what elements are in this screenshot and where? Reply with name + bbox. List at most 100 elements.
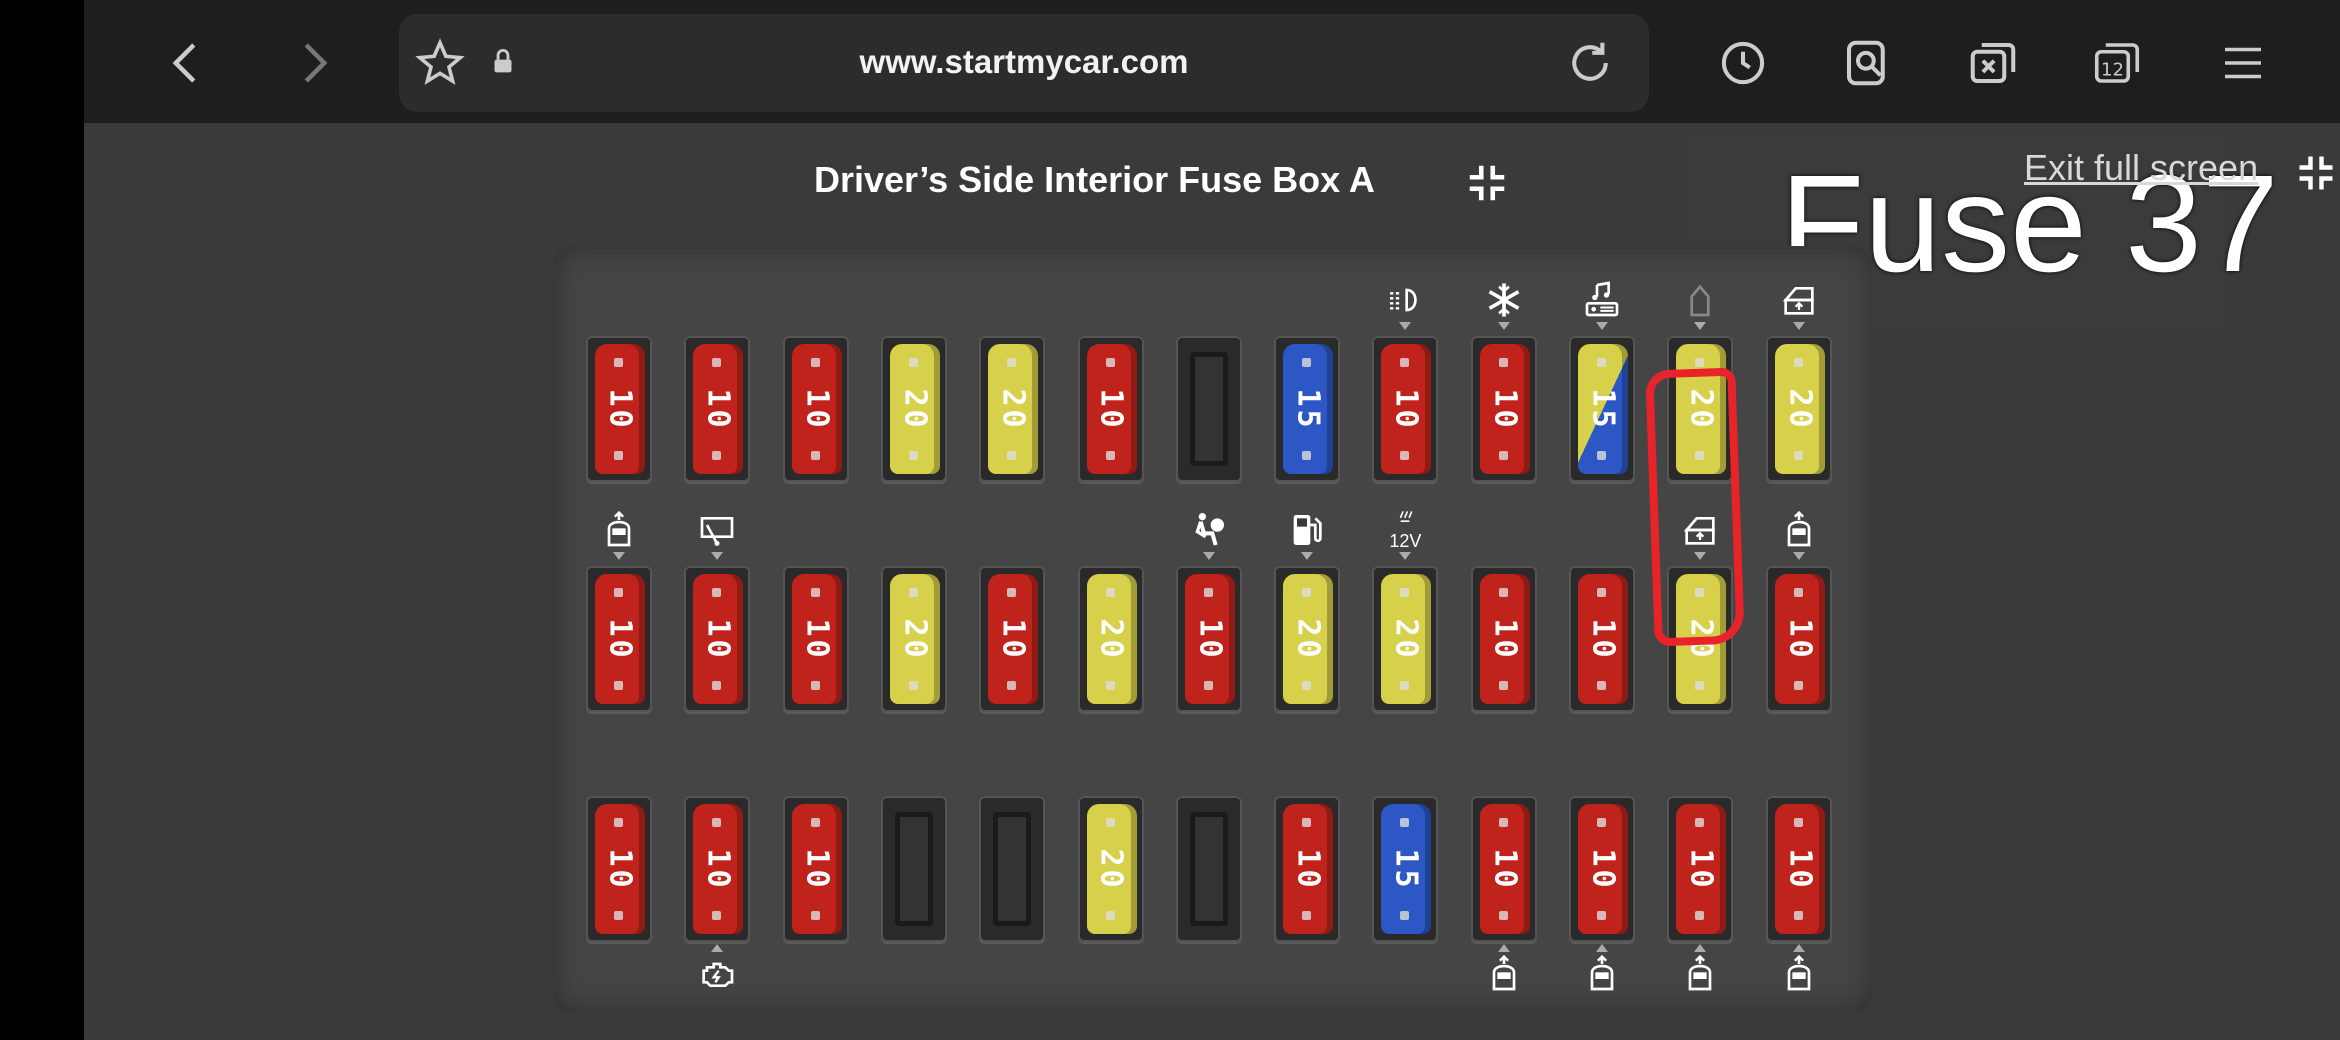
fuse[interactable]: 10 <box>595 574 645 704</box>
fuse-amp-rating: 10 <box>1775 804 1825 934</box>
fuse-slot[interactable]: 10 <box>1765 796 1832 942</box>
fuse[interactable]: 10 <box>1479 574 1530 704</box>
door-icon <box>1680 280 1720 320</box>
fuse-slot[interactable]: 20 <box>1077 566 1144 712</box>
fuse-slot[interactable] <box>880 796 947 942</box>
fuse[interactable]: 10 <box>693 574 744 704</box>
fuse-slot[interactable]: 10 <box>1569 566 1635 712</box>
fuse-slot[interactable]: 10 <box>586 566 652 712</box>
fuse[interactable]: 10 <box>791 574 842 704</box>
fuse-slot[interactable]: 10 <box>782 796 849 942</box>
fuse-slot[interactable]: 20 <box>1765 336 1832 482</box>
fuse[interactable]: 20 <box>1086 574 1137 704</box>
fuse[interactable]: 10 <box>1283 804 1334 934</box>
fuse-slot[interactable]: 10 <box>1077 336 1144 482</box>
fuse-slot[interactable]: 10 <box>1274 796 1341 942</box>
fuse[interactable]: 20 <box>1381 574 1432 704</box>
history-button[interactable] <box>1710 30 1776 96</box>
fuse-slot[interactable]: 15 <box>1569 336 1635 482</box>
fuse-slot[interactable]: 20 <box>979 336 1046 482</box>
fuse-slot[interactable]: 10 <box>684 796 751 942</box>
tabs-button[interactable]: 12 <box>2084 30 2150 96</box>
close-tabs-button[interactable] <box>1960 30 2026 96</box>
fuse-slot[interactable]: 10 <box>1175 566 1242 712</box>
fuse-slot[interactable]: 10 <box>1372 336 1439 482</box>
fuse-function-label <box>1766 944 1832 1000</box>
address-bar[interactable]: www.startmycar.com <box>399 14 1649 112</box>
fuse[interactable]: 20 <box>889 574 940 704</box>
fuse-slot[interactable]: 10 <box>586 336 652 482</box>
fuse-amp-text: 10 <box>799 847 835 891</box>
fuse-slot[interactable]: 15 <box>1274 336 1341 482</box>
fuse-slot[interactable]: 10 <box>782 336 849 482</box>
fuse-slot[interactable]: 20 <box>1274 566 1341 712</box>
fuse-function-label <box>586 510 652 560</box>
fuse-slot[interactable]: 10 <box>1470 566 1537 712</box>
close-tabs-icon <box>1970 42 2016 84</box>
fuse[interactable]: 20 <box>1086 804 1137 934</box>
fuse[interactable]: 10 <box>693 344 744 474</box>
fuse[interactable]: 10 <box>1578 574 1628 704</box>
fuse[interactable]: 10 <box>1086 344 1137 474</box>
fuse[interactable]: 10 <box>791 344 842 474</box>
fuse-slot[interactable]: 15 <box>1372 796 1439 942</box>
forward-button[interactable] <box>280 30 346 96</box>
audio-system-icon <box>1582 280 1622 320</box>
fuse[interactable]: 20 <box>988 344 1039 474</box>
find-in-page-button[interactable] <box>1834 30 1900 96</box>
fuse[interactable]: 10 <box>1774 804 1825 934</box>
fuse[interactable]: 10 <box>1676 804 1727 934</box>
fuse-function-label <box>684 510 750 560</box>
fuse-slot[interactable]: 10 <box>979 566 1046 712</box>
fuse-slot[interactable]: 10 <box>684 566 751 712</box>
fuse[interactable]: 20 <box>889 344 940 474</box>
fuse[interactable]: 10 <box>1479 804 1530 934</box>
fuse-slot[interactable]: 20 <box>1077 796 1144 942</box>
collapse-icon[interactable] <box>1464 160 1510 206</box>
fuse[interactable]: 10 <box>791 804 842 934</box>
fuse-amp-text: 20 <box>897 387 933 431</box>
reload-icon <box>1572 42 1608 81</box>
url-text[interactable]: www.startmycar.com <box>399 43 1649 81</box>
exit-fullscreen-icon[interactable] <box>2294 151 2338 195</box>
fuse[interactable]: 10 <box>1381 344 1432 474</box>
browser-screen: www.startmycar.com 12 Driver’s Side Inte… <box>84 0 2340 1040</box>
fuse-amp-text: 10 <box>1585 617 1621 661</box>
fuse-slot[interactable]: 10 <box>586 796 652 942</box>
fuse[interactable]: 20 <box>1774 344 1825 474</box>
fuse[interactable]: 10 <box>693 804 744 934</box>
fuse-slot[interactable]: 20 <box>880 566 947 712</box>
fuse[interactable]: 20 <box>1283 574 1334 704</box>
fuse[interactable]: 10 <box>595 804 645 934</box>
fuse-slot[interactable]: 10 <box>1470 336 1537 482</box>
fuse-slot[interactable] <box>1175 796 1242 942</box>
fuse-function-label <box>1471 944 1537 1000</box>
fuse[interactable]: 10 <box>988 574 1039 704</box>
menu-button[interactable] <box>2210 30 2276 96</box>
browser-toolbar: www.startmycar.com 12 <box>84 0 2340 123</box>
fuse[interactable]: 10 <box>1479 344 1530 474</box>
fuse[interactable]: 10 <box>1578 804 1628 934</box>
fuse-slot[interactable] <box>979 796 1046 942</box>
fuse[interactable]: 10 <box>1774 574 1825 704</box>
exit-fullscreen-link[interactable]: Exit full screen <box>2024 147 2258 189</box>
reload-button[interactable] <box>1557 30 1623 96</box>
fuse[interactable]: 15 <box>1381 804 1432 934</box>
fuse-slot[interactable]: 10 <box>684 336 751 482</box>
fuse-slot[interactable]: 10 <box>782 566 849 712</box>
fuse[interactable]: 15 <box>1578 344 1628 474</box>
back-button[interactable] <box>154 30 220 96</box>
fuse-function-label <box>1372 280 1438 330</box>
fuse-slot[interactable]: 20 <box>880 336 947 482</box>
fuse[interactable]: 10 <box>1184 574 1235 704</box>
fuse-slot[interactable]: 10 <box>1470 796 1537 942</box>
fuse-slot[interactable] <box>1175 336 1242 482</box>
fuse-slot[interactable]: 20 <box>1372 566 1439 712</box>
fuse-slot[interactable]: 10 <box>1667 796 1734 942</box>
pointer-arrow <box>1399 322 1412 330</box>
fuse-slot[interactable]: 10 <box>1569 796 1635 942</box>
fuse[interactable]: 15 <box>1283 344 1334 474</box>
fuse-amp-rating: 10 <box>988 574 1038 704</box>
fuse[interactable]: 10 <box>595 344 645 474</box>
fuse-slot[interactable]: 10 <box>1765 566 1832 712</box>
